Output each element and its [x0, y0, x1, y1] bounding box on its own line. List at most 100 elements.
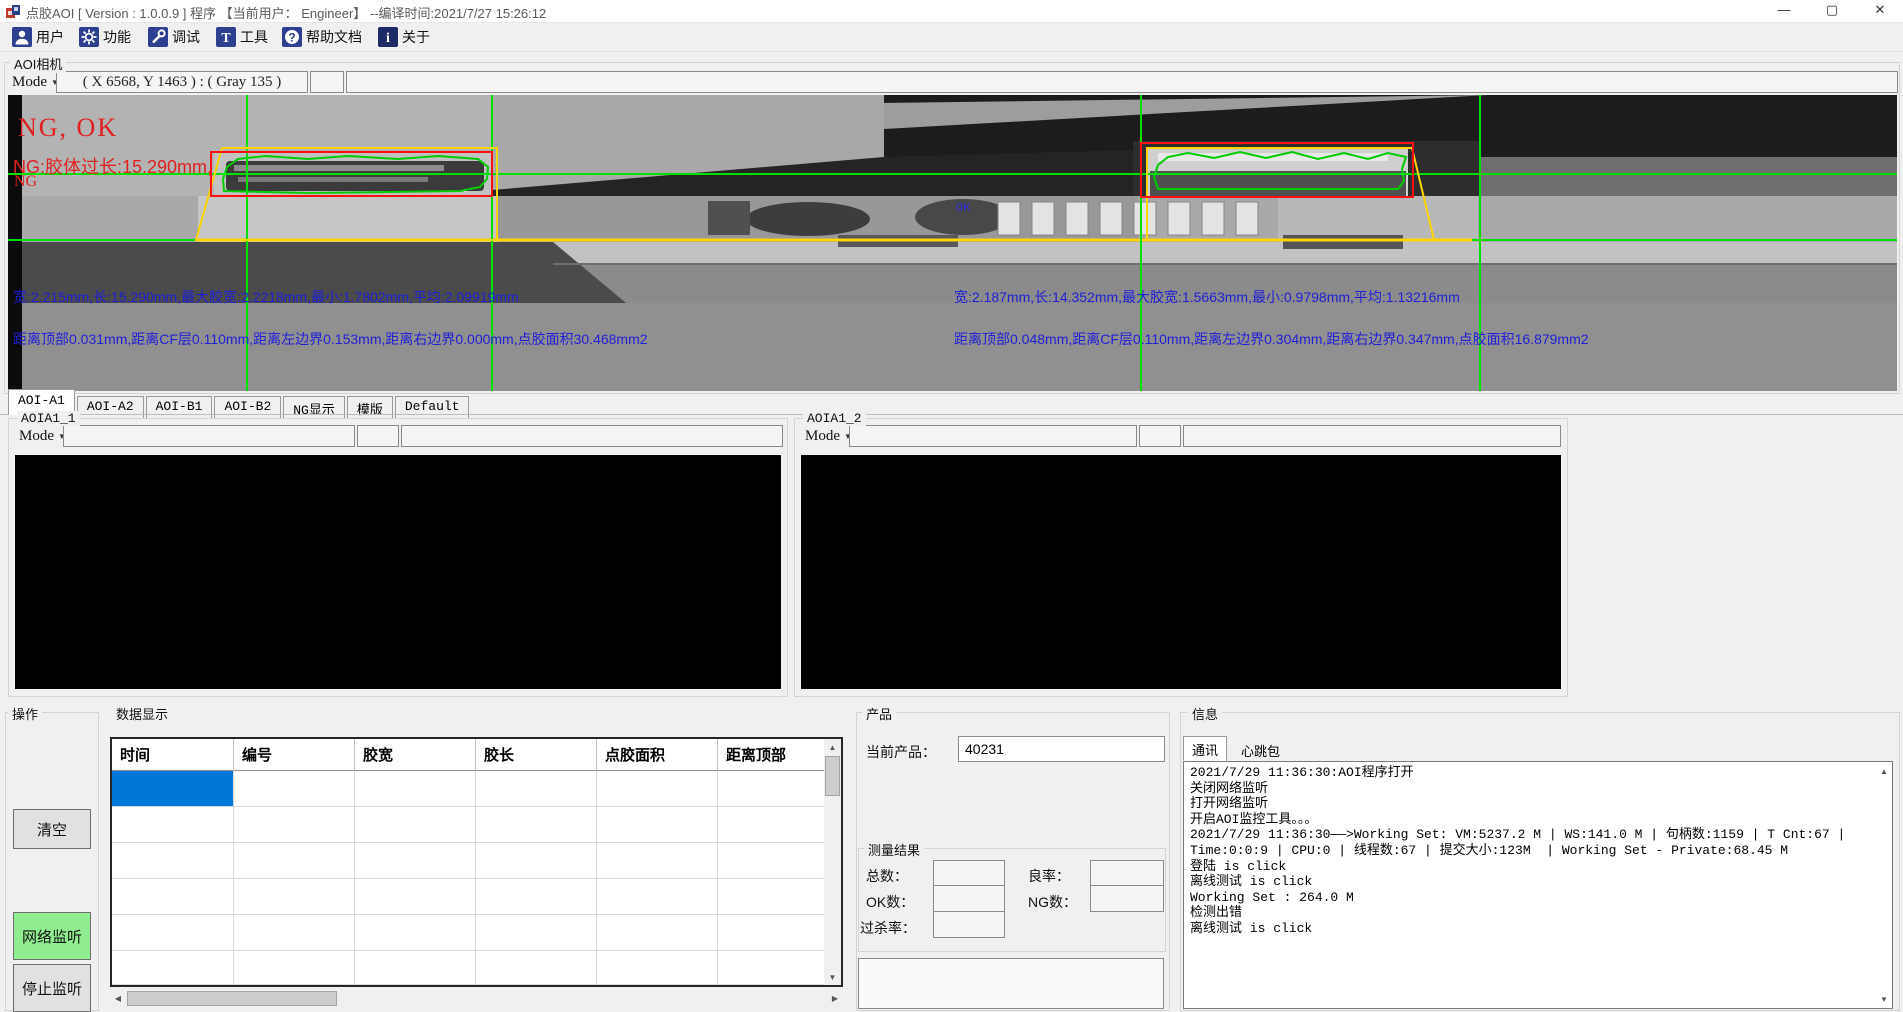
data-display-label: 数据显示	[112, 704, 172, 723]
scroll-up-icon[interactable]: ▲	[824, 739, 841, 755]
table-cell[interactable]	[597, 843, 718, 879]
ok-count-label: OK数：	[866, 892, 914, 912]
table-cell[interactable]	[597, 807, 718, 843]
table-cell[interactable]	[718, 807, 827, 843]
aoia1-1-field-3[interactable]	[401, 425, 783, 447]
table-cell[interactable]	[597, 879, 718, 915]
stop-listen-button[interactable]: 停止监听	[13, 964, 91, 1012]
communication-log[interactable]: 2021/7/29 11:36:30:AOI程序打开 关闭网络监听 打开网络监听…	[1183, 761, 1893, 1009]
operation-group: 清空 网络监听 停止监听	[5, 712, 99, 1011]
table-cell[interactable]	[112, 915, 234, 951]
table-cell[interactable]	[112, 879, 234, 915]
col-header-top-distance[interactable]: 距离顶部	[718, 739, 827, 771]
toolbar: 用户 功能 调试 T 工具	[0, 23, 1903, 52]
table-cell[interactable]	[718, 951, 827, 985]
camera-coords-field[interactable]: ( X 6568, Y 1463 ) : ( Gray 135 )	[56, 71, 308, 93]
ok-count-field[interactable]	[933, 885, 1005, 912]
tab-baseline	[0, 414, 1903, 415]
yield-field[interactable]	[1090, 860, 1164, 886]
table-cell[interactable]	[476, 915, 597, 951]
tab-heartbeat[interactable]: 心跳包	[1233, 738, 1288, 761]
camera-field-2[interactable]	[310, 71, 344, 93]
toolbar-user-button[interactable]: 用户	[6, 25, 70, 49]
table-cell[interactable]	[355, 843, 476, 879]
aoia1-2-field-1[interactable]	[849, 425, 1137, 447]
table-cell[interactable]	[476, 771, 597, 807]
total-field[interactable]	[933, 860, 1005, 886]
log-line: Working Set : 264.0 M	[1190, 890, 1872, 906]
col-header-number[interactable]: 编号	[234, 739, 355, 771]
minimize-button[interactable]: —	[1761, 0, 1807, 22]
table-cell[interactable]	[355, 879, 476, 915]
camera-mode-dropdown[interactable]: Mode ▼	[8, 71, 63, 93]
window-title: 点胶AOI [ Version : 1.0.0.9 ] 程序 【当前用户： En…	[26, 3, 546, 22]
table-cell[interactable]	[112, 843, 234, 879]
table-cell[interactable]	[355, 807, 476, 843]
table-vertical-scrollbar[interactable]: ▲ ▼	[824, 739, 841, 985]
col-header-area[interactable]: 点胶面积	[597, 739, 718, 771]
scroll-left-icon[interactable]: ◀	[110, 990, 126, 1007]
product-note-box[interactable]	[858, 958, 1164, 1009]
table-cell[interactable]	[112, 807, 234, 843]
table-horizontal-scrollbar[interactable]: ◀ ▶	[110, 990, 843, 1007]
table-cell[interactable]	[718, 879, 827, 915]
table-cell[interactable]	[234, 879, 355, 915]
table-cell[interactable]	[476, 807, 597, 843]
col-header-time[interactable]: 时间	[112, 739, 234, 771]
aoia1-2-image-pane[interactable]	[801, 455, 1561, 689]
table-cell[interactable]	[355, 771, 476, 807]
overkill-field[interactable]	[933, 911, 1005, 938]
col-header-length[interactable]: 胶长	[476, 739, 597, 771]
camera-field-3[interactable]	[346, 71, 1898, 93]
table-cell[interactable]	[718, 771, 827, 807]
scroll-up-icon[interactable]: ▲	[1877, 764, 1891, 778]
camera-view[interactable]: NG, OK NG:胶体过长:15.290mm, NG OK 宽:2.215mm…	[8, 95, 1897, 391]
ng-count-field[interactable]	[1090, 885, 1164, 912]
aoia1-1-image-pane[interactable]	[15, 455, 781, 689]
table-cell[interactable]	[718, 915, 827, 951]
clear-button[interactable]: 清空	[13, 809, 91, 849]
current-product-field[interactable]: 40231	[958, 736, 1165, 762]
table-cell[interactable]	[718, 843, 827, 879]
aoia1-2-mode-dropdown[interactable]: Mode ▼	[801, 425, 856, 447]
toolbar-about-button[interactable]: i 关于	[372, 25, 436, 49]
table-cell-selected[interactable]	[112, 771, 234, 807]
close-button[interactable]: ✕	[1857, 0, 1903, 22]
table-cell[interactable]	[597, 951, 718, 985]
aoia1-1-field-1[interactable]	[63, 425, 355, 447]
log-line: 登陆 is click	[1190, 859, 1872, 875]
toolbar-tools-button[interactable]: T 工具	[210, 25, 274, 49]
tab-communication[interactable]: 通讯	[1183, 736, 1227, 761]
table-cell[interactable]	[234, 843, 355, 879]
table-cell[interactable]	[112, 951, 234, 985]
table-cell[interactable]	[355, 951, 476, 985]
aoia1-2-field-3[interactable]	[1183, 425, 1561, 447]
table-cell[interactable]	[355, 915, 476, 951]
total-label: 总数：	[866, 866, 908, 886]
table-cell[interactable]	[476, 879, 597, 915]
scrollbar-thumb[interactable]	[127, 991, 337, 1006]
toolbar-debug-button[interactable]: 调试	[142, 25, 206, 49]
col-header-width[interactable]: 胶宽	[355, 739, 476, 771]
table-cell[interactable]	[234, 915, 355, 951]
scrollbar-thumb[interactable]	[825, 756, 840, 796]
table-cell[interactable]	[476, 843, 597, 879]
scroll-right-icon[interactable]: ▶	[827, 990, 843, 1007]
toolbar-help-button[interactable]: ? 帮助文档	[276, 25, 368, 49]
aoia1-2-field-2[interactable]	[1139, 425, 1181, 447]
table-cell[interactable]	[234, 771, 355, 807]
scroll-down-icon[interactable]: ▼	[1877, 992, 1891, 1006]
scroll-down-icon[interactable]: ▼	[824, 969, 841, 985]
table-cell[interactable]	[597, 915, 718, 951]
table-cell[interactable]	[476, 951, 597, 985]
toolbar-function-button[interactable]: 功能	[73, 25, 137, 49]
log-line: 离线测试 is click	[1190, 921, 1872, 937]
maximize-button[interactable]: ▢	[1809, 0, 1855, 22]
table-cell[interactable]	[234, 951, 355, 985]
table-cell[interactable]	[597, 771, 718, 807]
aoia1-1-mode-dropdown[interactable]: Mode ▼	[15, 425, 70, 447]
network-listen-button[interactable]: 网络监听	[13, 912, 91, 960]
wrench-icon	[148, 27, 168, 47]
table-cell[interactable]	[234, 807, 355, 843]
aoia1-1-field-2[interactable]	[357, 425, 399, 447]
